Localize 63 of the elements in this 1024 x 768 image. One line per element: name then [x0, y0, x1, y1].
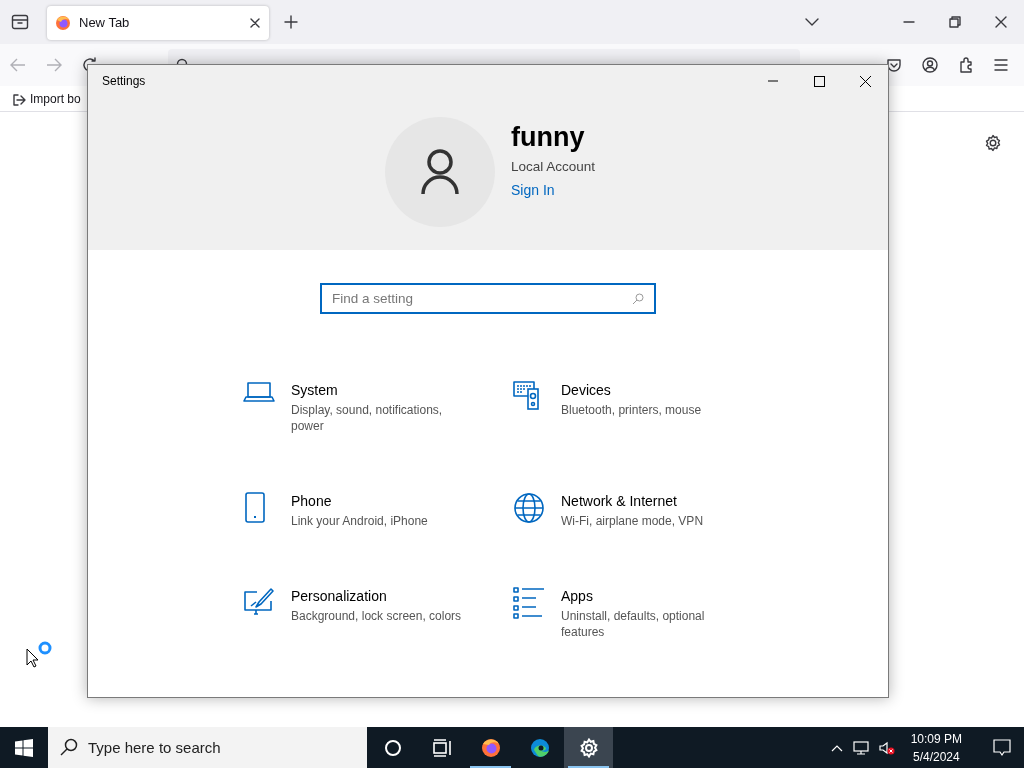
browser-tab[interactable]: New Tab: [47, 6, 269, 40]
category-name: Personalization: [291, 587, 388, 605]
network-icon[interactable]: [852, 740, 869, 755]
browser-logo-icon: [55, 15, 71, 31]
browser-logo-icon: [480, 737, 501, 758]
settings-category[interactable]: System Display, sound, notifications, power: [243, 381, 513, 434]
taskbar-search-field[interactable]: Type here to search: [48, 727, 367, 768]
speaker-muted-icon[interactable]: [878, 740, 895, 755]
search-field[interactable]: Find a setting: [320, 283, 656, 314]
task-view-icon: [431, 737, 452, 758]
settings-icon[interactable]: [984, 134, 1002, 152]
edge-logo-icon: [529, 737, 550, 758]
category-description: Bluetooth, printers, mouse: [561, 402, 703, 418]
category-name: Network & Internet: [561, 492, 678, 510]
cursor-icon: [26, 648, 38, 668]
clock-time: 10:09 PM: [910, 730, 962, 748]
settings-category[interactable]: Network & Internet Wi-Fi, airplane mode, VPN: [513, 492, 763, 529]
pocket-icon[interactable]: [886, 57, 902, 73]
bookmark[interactable]: Import bo: [12, 89, 81, 108]
tab-list-icon[interactable]: [11, 14, 29, 30]
category-name: Devices: [561, 381, 612, 399]
chevron-down-icon[interactable]: [805, 17, 819, 27]
clock[interactable]: 10:09 PM 5/4/2024: [910, 729, 962, 766]
category-description: Uninstall, defaults, optional features: [561, 608, 706, 640]
settings-icon: [578, 737, 599, 758]
notification-icon[interactable]: [993, 738, 1011, 757]
category-name: Phone: [291, 492, 333, 510]
category-name: Apps: [561, 587, 594, 605]
user-name: funny: [511, 123, 586, 153]
close-icon[interactable]: [249, 17, 261, 29]
puzzle-icon[interactable]: [958, 57, 974, 73]
windows-icon[interactable]: [15, 738, 33, 757]
category-description: Link your Android, iPhone: [291, 513, 429, 529]
window-title: Settings: [101, 73, 147, 90]
settings-category[interactable]: Apps Uninstall, defaults, optional features: [513, 587, 763, 640]
account-icon[interactable]: [922, 57, 938, 73]
circle-icon: [382, 737, 403, 758]
clock-date: 5/4/2024: [911, 748, 961, 766]
tab-title: New Tab: [79, 14, 131, 33]
category-description: Background, lock screen, colors: [291, 608, 463, 624]
close-icon[interactable]: [859, 75, 871, 87]
category-description: Display, sound, notifications, power: [291, 402, 444, 434]
list-icon: [513, 587, 545, 619]
busy-icon: [38, 641, 52, 655]
search-icon: [60, 738, 78, 756]
new-tab-icon[interactable]: [284, 15, 298, 29]
category-description: Wi-Fi, airplane mode, VPN: [561, 513, 705, 529]
settings-category[interactable]: Phone Link your Android, iPhone: [243, 492, 513, 529]
taskbar-app[interactable]: [564, 727, 613, 768]
person-icon: [420, 148, 460, 196]
chevron-up-icon[interactable]: [830, 743, 843, 752]
account-type: Local Account: [511, 157, 596, 176]
settings-category[interactable]: Personalization Background, lock screen, colors: [243, 587, 513, 640]
sign-in-link[interactable]: Sign In: [511, 179, 596, 201]
import-icon: [12, 91, 26, 106]
restore-icon[interactable]: [949, 16, 961, 28]
globe-icon: [513, 492, 545, 524]
search-icon: [632, 293, 644, 305]
close-icon[interactable]: [995, 16, 1007, 28]
category-name: System: [291, 381, 339, 399]
menu-icon[interactable]: [994, 59, 1008, 71]
maximize-icon[interactable]: [813, 75, 825, 87]
settings-category[interactable]: Devices Bluetooth, printers, mouse: [513, 381, 763, 434]
